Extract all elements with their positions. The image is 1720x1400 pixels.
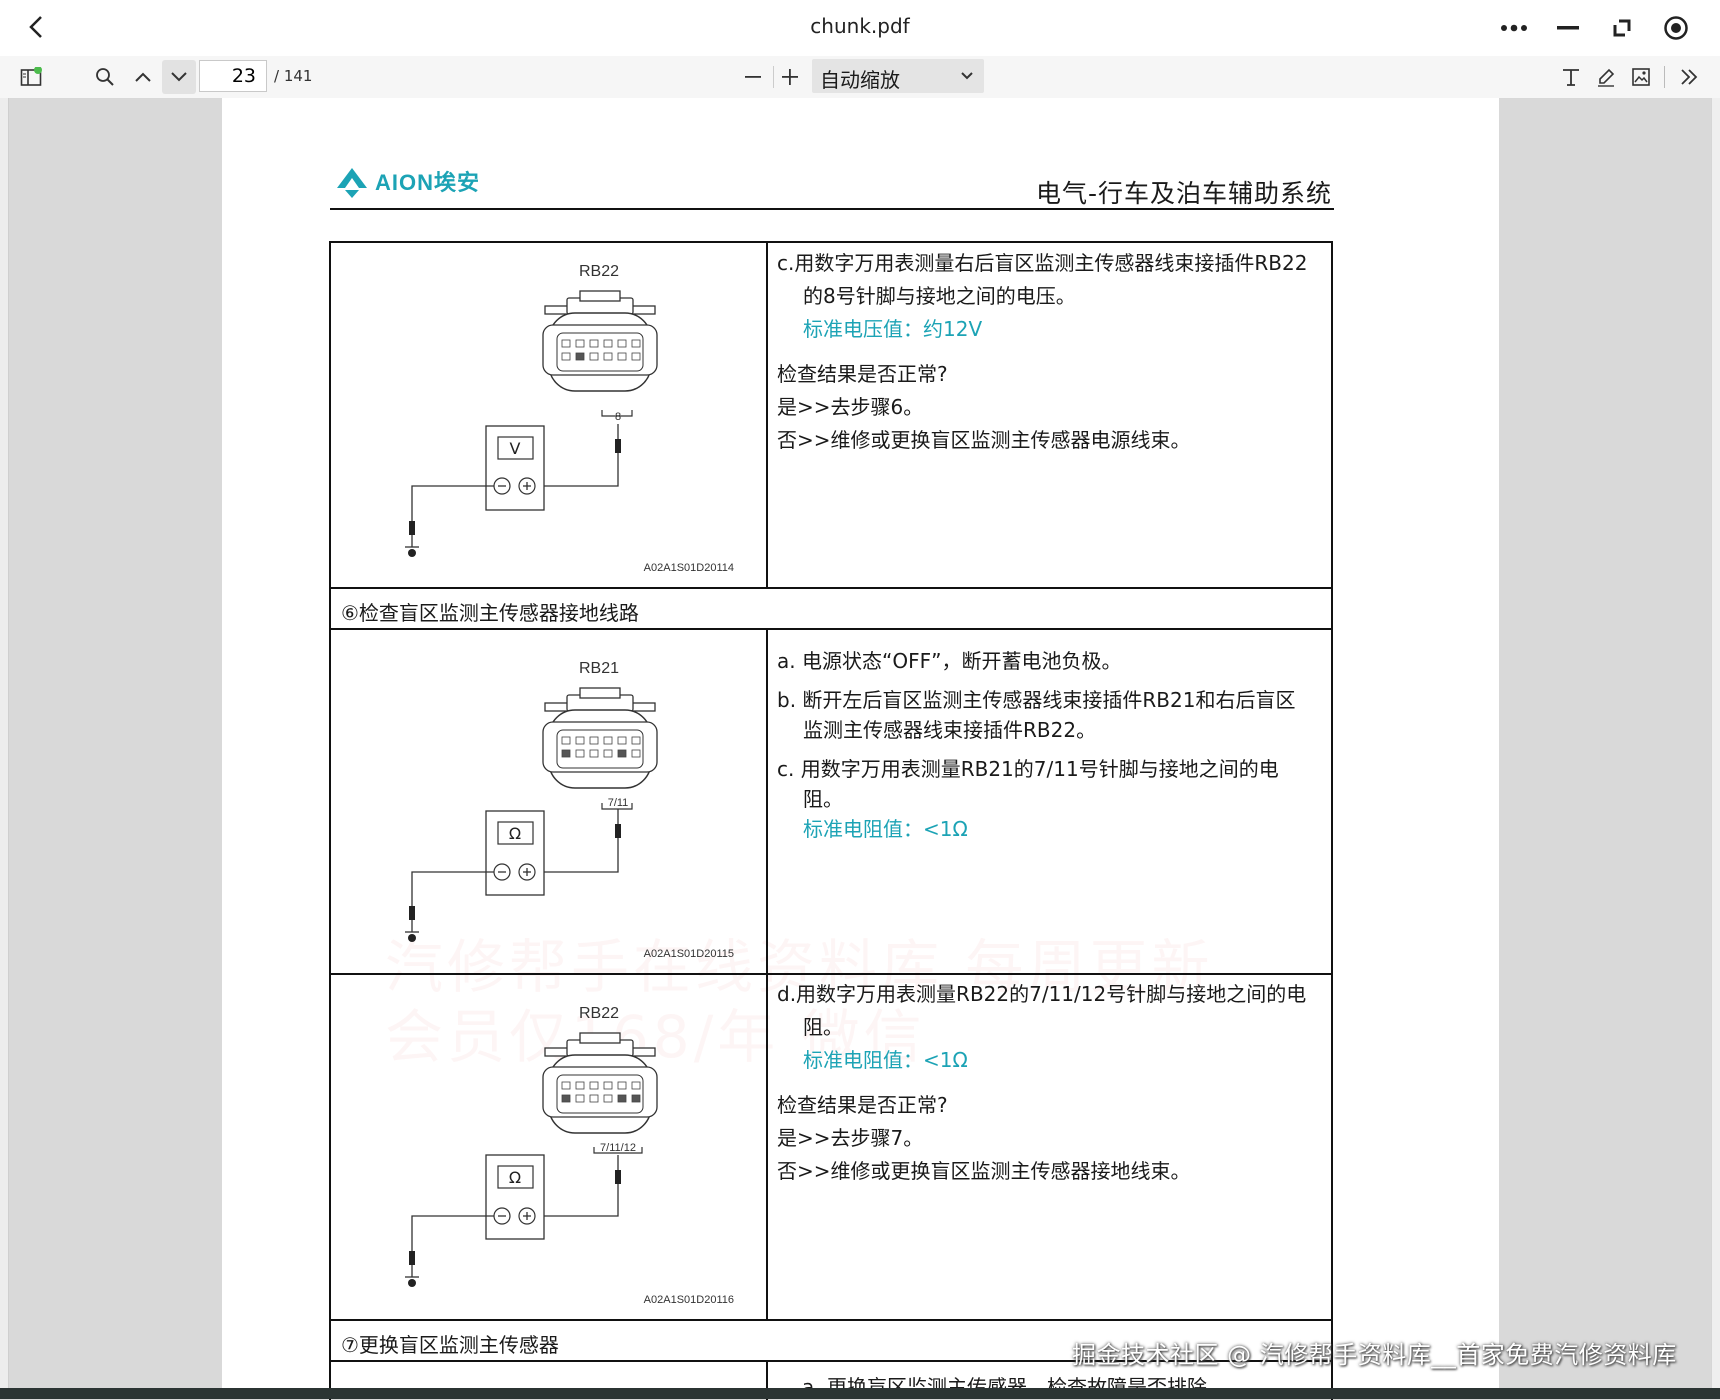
yes-branch: 是>>去步骤6。 xyxy=(777,395,924,419)
no-branch: 否>>维修或更换盲区监测主传感器接地线束。 xyxy=(777,1159,1191,1183)
step7-cut-wrapper: a. 更换盲区监测主传感器，检查故障是否排除。 xyxy=(777,1376,1327,1388)
step6d-line2: 阻。 xyxy=(803,1015,843,1039)
zoom-out-icon[interactable] xyxy=(736,60,770,94)
figure-code: A02A1S01D20116 xyxy=(644,1294,734,1306)
step7-title: ⑦更换盲区监测主传感器 xyxy=(341,1333,559,1357)
window-title: chunk.pdf xyxy=(810,14,910,38)
toolbar-divider xyxy=(1664,66,1665,88)
table-divider xyxy=(766,628,768,973)
sidebar-toggle-icon[interactable] xyxy=(14,60,48,94)
section-title: 电气-行车及泊车辅助系统 xyxy=(1035,179,1332,208)
figure-code: A02A1S01D20114 xyxy=(644,562,734,574)
text-tool-icon[interactable] xyxy=(1554,60,1588,94)
step6-c-line2: 阻。 xyxy=(803,787,843,811)
zoom-select[interactable]: 自动缩放 xyxy=(812,59,984,93)
image-tool-icon[interactable] xyxy=(1624,60,1658,94)
connector-diagram-rb21-resistance: RB21 7/11 Ω A02A1S01D20115 xyxy=(405,660,734,960)
connector-label: RB22 xyxy=(579,1005,619,1022)
more-options-icon[interactable] xyxy=(1496,10,1532,46)
step5c-line1: c.用数字万用表测量右后盲区监测主传感器线束接插件RB22 xyxy=(777,251,1308,275)
pdf-toolbar: / 141 自动缩放 xyxy=(0,56,1720,99)
step6-c-line1: c. 用数字万用表测量RB21的7/11号针脚与接地之间的电 xyxy=(777,757,1279,781)
step6-instructions: a. 电源状态“OFF”，断开蓄电池负极。 b. 断开左后盲区监测主传感器线束接… xyxy=(777,646,1327,844)
table-divider xyxy=(766,975,768,1319)
step5c-line2: 的8号针脚与接地之间的电压。 xyxy=(803,284,1076,308)
pin-label: 7/11 xyxy=(608,797,629,809)
table-divider xyxy=(766,243,768,587)
meter-symbol: Ω xyxy=(509,824,521,843)
draw-pen-icon[interactable] xyxy=(1589,60,1623,94)
standard-resistance: 标准电阻值：<1Ω xyxy=(803,1048,968,1072)
page-total: / 141 xyxy=(274,67,313,85)
zoom-select-value: 自动缩放 xyxy=(820,68,900,92)
page-number-input[interactable] xyxy=(199,60,267,92)
check-question: 检查结果是否正常? xyxy=(777,1093,948,1117)
step6d-instructions: d.用数字万用表测量RB22的7/11/12号针脚与接地之间的电 阻。 标准电阻… xyxy=(777,979,1327,1186)
header-rule xyxy=(330,208,1334,210)
step6-title: ⑥检查盲区监测主传感器接地线路 xyxy=(341,601,639,625)
restore-window-icon[interactable] xyxy=(1604,10,1640,46)
step6d-line1: d.用数字万用表测量RB22的7/11/12号针脚与接地之间的电 xyxy=(777,982,1307,1006)
meter-symbol: V xyxy=(510,439,521,458)
pin-label: 8 xyxy=(615,411,621,423)
bottom-edge-bar xyxy=(0,1388,1720,1399)
step6-title-row: ⑥检查盲区监测主传感器接地线路 xyxy=(329,589,1333,630)
right-scrollbar[interactable] xyxy=(1711,98,1720,1399)
meter-symbol: Ω xyxy=(509,1168,521,1187)
title-bar: chunk.pdf xyxy=(0,0,1720,57)
connector-diagram-rb22-resistance: RB22 7/11/12 Ω A02A1S01D20116 xyxy=(405,1005,734,1306)
minimize-icon[interactable] xyxy=(1550,10,1586,46)
left-panel-edge xyxy=(0,98,9,1399)
logo-text: AION埃安 xyxy=(375,170,480,195)
connector-diagram-rb22-voltage: RB22 8 V A02A1S01D20114 xyxy=(405,263,734,574)
zoom-in-icon[interactable] xyxy=(773,60,807,94)
step6-b-line1: b. 断开左后盲区监测主传感器线束接插件RB21和右后盲区 xyxy=(777,688,1296,712)
connector-label: RB22 xyxy=(579,263,619,280)
search-icon[interactable] xyxy=(88,60,122,94)
record-icon[interactable] xyxy=(1658,10,1694,46)
standard-voltage: 标准电压值：约12V xyxy=(803,317,983,341)
chevron-down-icon xyxy=(961,72,973,80)
more-tools-icon[interactable] xyxy=(1672,60,1706,94)
previous-page-icon[interactable] xyxy=(126,60,160,94)
overlay-watermark: 掘金技术社区 @ 汽修帮手资料库__首家免费汽修资料库 xyxy=(1072,1341,1677,1369)
step5c-instructions: c.用数字万用表测量右后盲区监测主传感器线束接插件RB22 的8号针脚与接地之间… xyxy=(777,248,1327,455)
aion-logo: AION埃安 xyxy=(335,166,505,204)
no-branch: 否>>维修或更换盲区监测主传感器电源线束。 xyxy=(777,428,1191,452)
step6-b-line2: 监测主传感器线束接插件RB22。 xyxy=(803,718,1097,742)
check-question: 检查结果是否正常? xyxy=(777,362,948,386)
standard-resistance: 标准电阻值：<1Ω xyxy=(803,817,968,841)
step6-a: a. 电源状态“OFF”，断开蓄电池负极。 xyxy=(777,649,1122,673)
step7-cut-line: a. 更换盲区监测主传感器，检查故障是否排除。 xyxy=(802,1376,1227,1388)
next-page-icon[interactable] xyxy=(162,60,196,94)
connector-label: RB21 xyxy=(579,660,619,677)
figure-code: A02A1S01D20115 xyxy=(644,948,734,960)
yes-branch: 是>>去步骤7。 xyxy=(777,1126,924,1150)
pin-label: 7/11/12 xyxy=(600,1142,636,1154)
